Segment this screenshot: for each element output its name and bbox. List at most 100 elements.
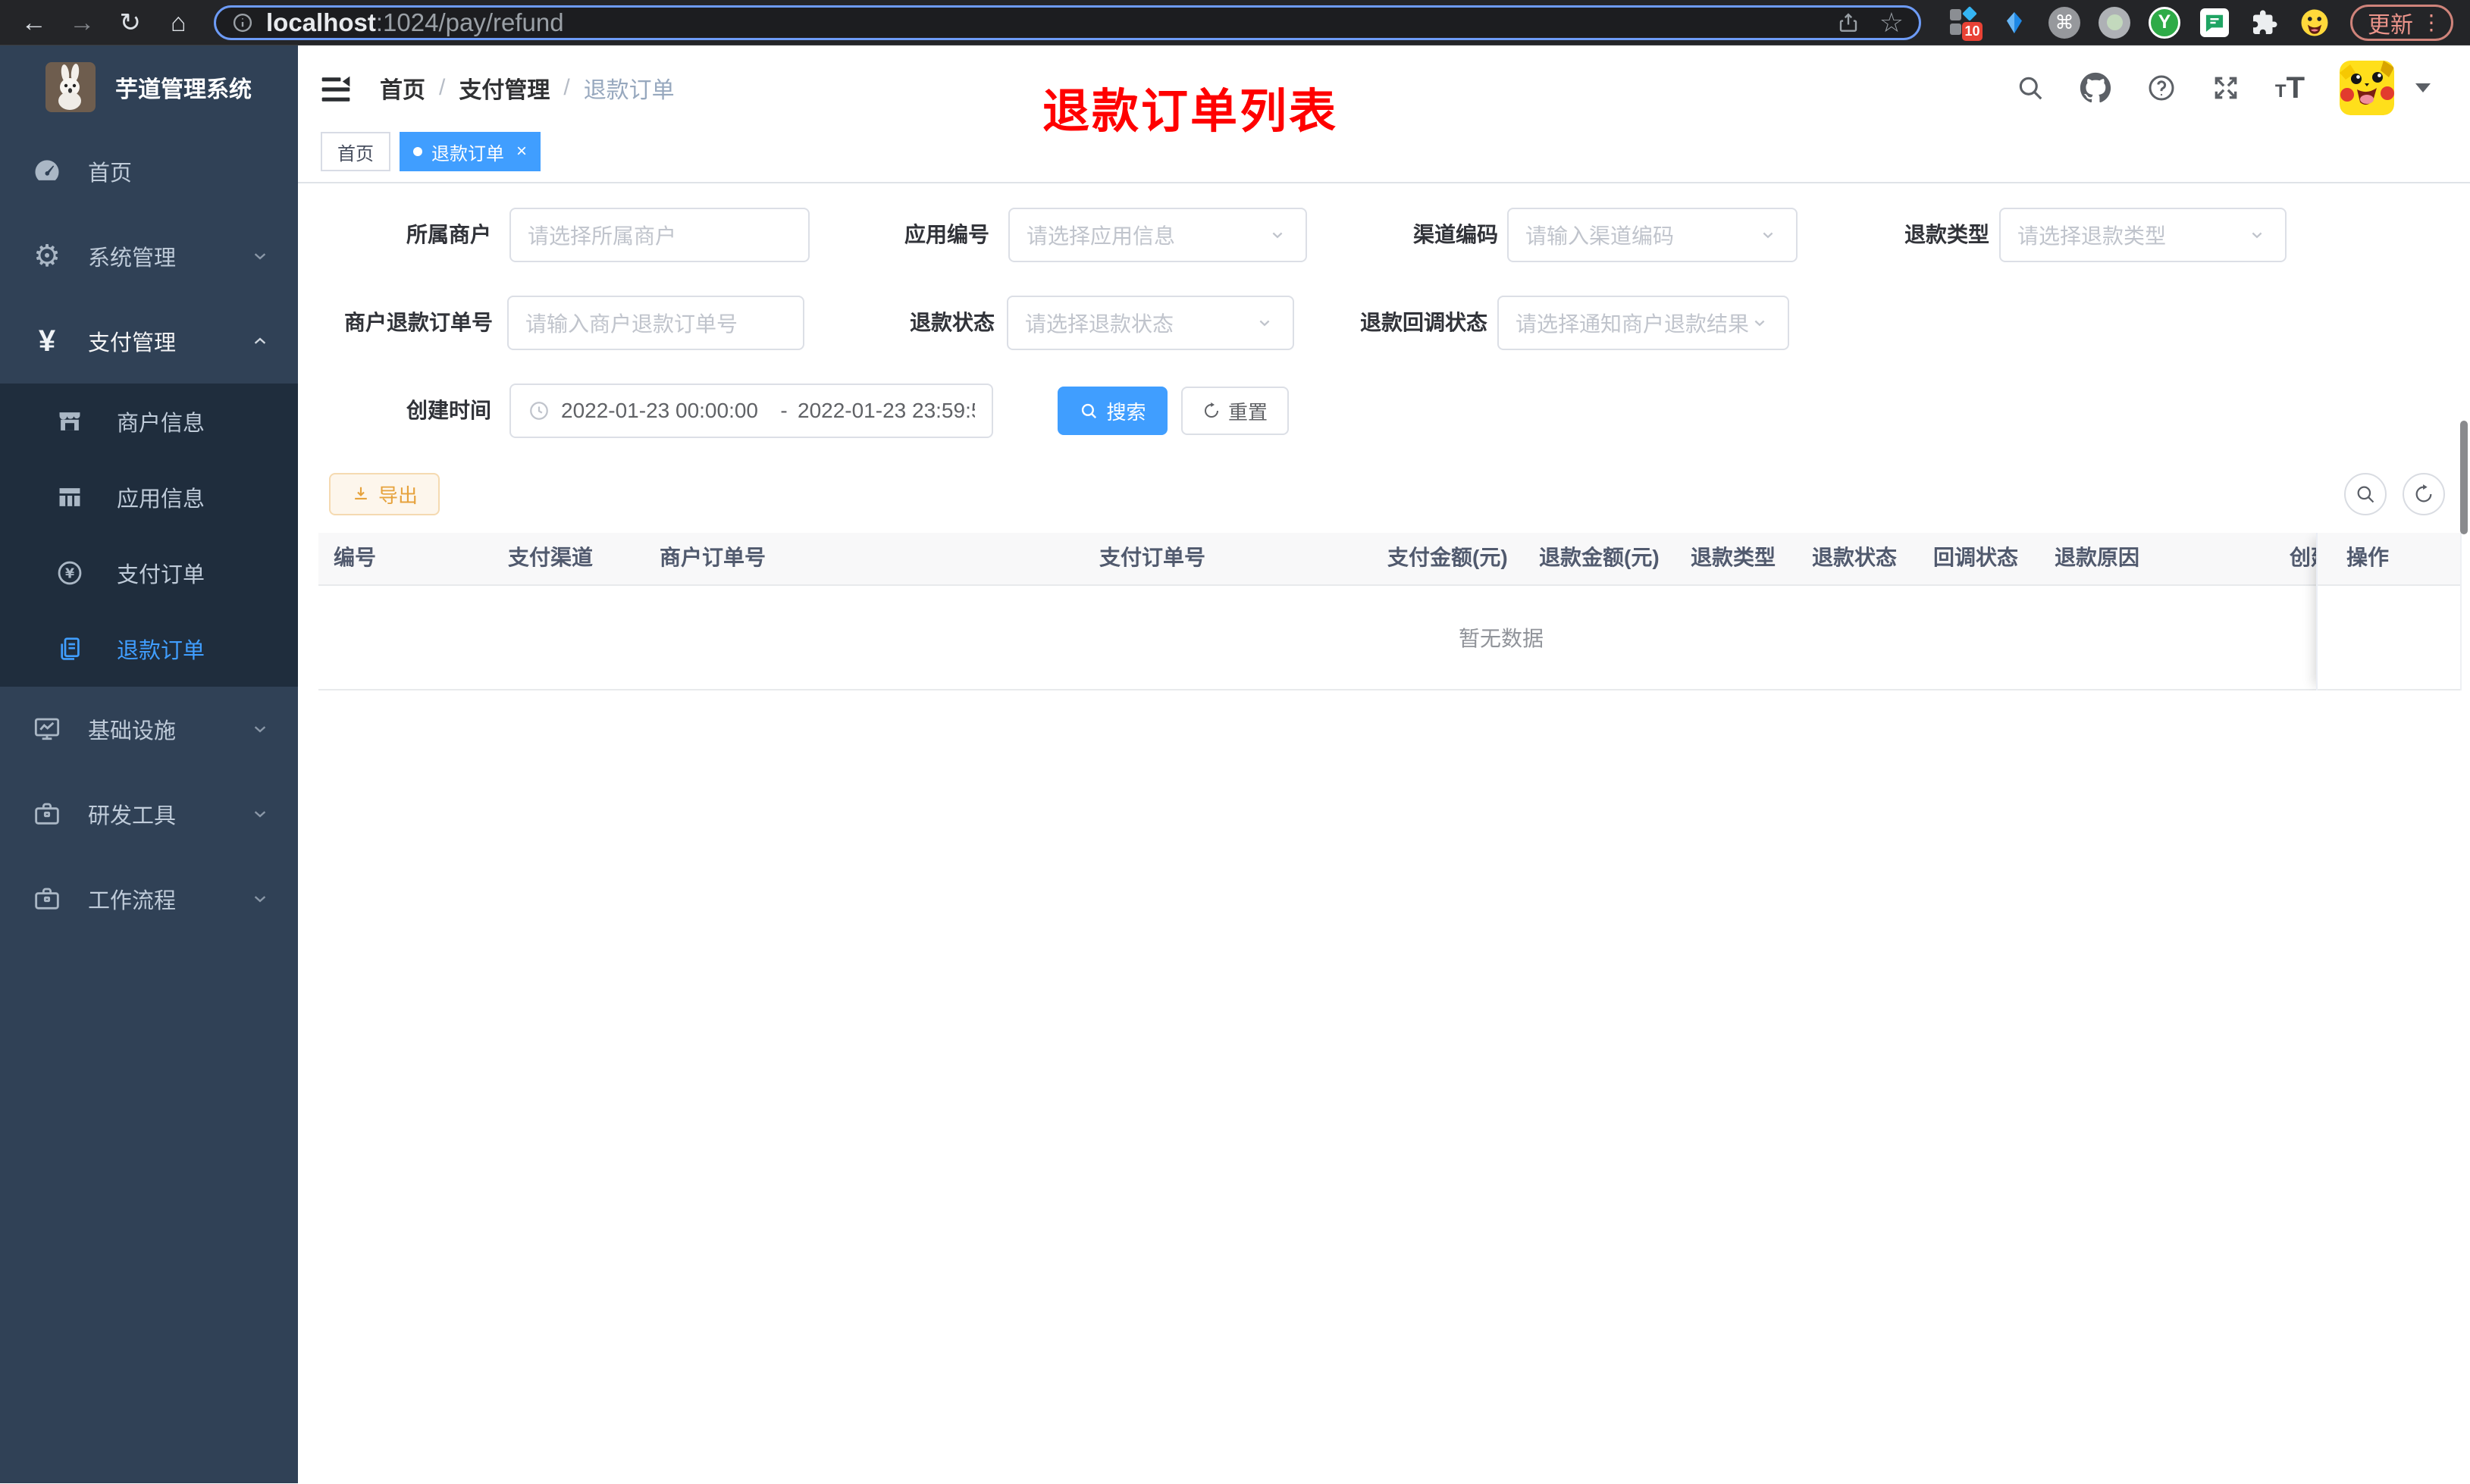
browser-reload-icon[interactable]: ↻ xyxy=(113,1,148,45)
font-size-big-glyph: T xyxy=(2286,71,2305,105)
table-body: 暂无数据 xyxy=(318,586,2460,690)
show-search-toggle-button[interactable] xyxy=(2344,473,2387,515)
browser-update-button[interactable]: 更新 ⋮ xyxy=(2350,4,2453,41)
column-header-callback-status: 回调状态 xyxy=(1933,546,2019,569)
sidebar-item-system[interactable]: ⚙ 系统管理 xyxy=(0,214,298,299)
fullscreen-icon[interactable] xyxy=(2211,74,2240,102)
dashboard-icon xyxy=(30,155,64,188)
browser-home-icon[interactable]: ⌂ xyxy=(161,1,196,45)
refresh-table-button[interactable] xyxy=(2403,473,2445,515)
sidebar-item-label: 应用信息 xyxy=(117,487,205,512)
breadcrumb-payment[interactable]: 支付管理 xyxy=(459,71,550,105)
sidebar-item-home[interactable]: 首页 xyxy=(0,129,298,214)
chat-extension-icon[interactable] xyxy=(2199,7,2230,39)
sidebar-item-label: 工作流程 xyxy=(88,889,177,913)
filter-label-refund-status: 退款状态 xyxy=(909,311,995,334)
browser-forward-icon[interactable]: → xyxy=(65,1,100,45)
y-glyph: Y xyxy=(2158,11,2171,33)
sidebar-item-payment[interactable]: ¥ 支付管理 xyxy=(0,299,298,384)
font-size-small-glyph: T xyxy=(2274,81,2287,102)
page-title-annotation: 退款订单列表 xyxy=(1042,86,1339,138)
rabbit-logo-image xyxy=(45,62,96,112)
site-info-icon[interactable] xyxy=(231,11,254,34)
briefcase-icon xyxy=(30,797,64,831)
sidebar-item-label: 支付订单 xyxy=(117,563,205,587)
refund-type-select[interactable]: 请选择退款类型 xyxy=(1999,208,2287,262)
chevron-down-icon xyxy=(1757,224,1779,246)
sidebar-item-infra[interactable]: 基础设施 xyxy=(0,687,298,772)
kite-extension-icon[interactable] xyxy=(1998,7,2030,39)
app-shell: 芋道管理系统 首页 ⚙ 系统管理 ¥ 支付管理 商户信息 应用信息 ¥ 支付订单… xyxy=(0,45,2470,1483)
extension-badge-icon[interactable]: 10 xyxy=(1948,5,1983,41)
placeholder: 请选择通知商户退款结果的 xyxy=(1516,312,1748,336)
reset-button[interactable]: 重置 xyxy=(1181,387,1289,435)
tab-label: 首页 xyxy=(337,143,374,164)
placeholder: 请选择所属商户 xyxy=(528,224,677,248)
page-content: 所属商户 请选择所属商户 应用编号 请选择应用信息 渠道编码 请输入渠道编码 退… xyxy=(298,183,2470,1483)
column-header-refund-status: 退款状态 xyxy=(1812,546,1898,569)
chevron-down-icon xyxy=(249,246,271,267)
sidebar-item-workflow[interactable]: 工作流程 xyxy=(0,856,298,941)
placeholder: 请选择退款类型 xyxy=(2017,224,2167,248)
search-button[interactable]: 搜索 xyxy=(1058,387,1168,435)
placeholder: 请选择应用信息 xyxy=(1027,224,1176,248)
channel-code-select[interactable]: 请输入渠道编码 xyxy=(1507,208,1798,262)
create-time-range-picker[interactable]: 2022-01-23 00:00:00 - 2022-01-23 23:59:5… xyxy=(509,384,993,438)
y-extension-icon[interactable]: Y xyxy=(2149,6,2180,39)
export-button[interactable]: 导出 xyxy=(329,473,440,515)
callback-status-select[interactable]: 请选择通知商户退款结果的 xyxy=(1497,296,1789,350)
chevron-down-icon xyxy=(1266,224,1289,246)
placeholder: 请输入渠道编码 xyxy=(1525,224,1675,248)
share-icon[interactable] xyxy=(1837,11,1860,34)
browser-back-icon[interactable]: ← xyxy=(17,1,52,45)
github-icon[interactable] xyxy=(2080,72,2111,104)
puzzle-extensions-icon[interactable] xyxy=(2249,7,2280,39)
filter-label-app-no: 应用编号 xyxy=(904,223,989,246)
avatar-caret-icon[interactable] xyxy=(2415,83,2431,92)
sidebar-item-app-info[interactable]: 应用信息 xyxy=(0,459,298,535)
close-tab-icon[interactable]: × xyxy=(516,142,527,161)
sidebar-item-merchant-info[interactable]: 商户信息 xyxy=(0,384,298,459)
address-bar[interactable]: localhost:1024/pay/refund ☆ xyxy=(214,5,1921,40)
font-size-icon[interactable]: TT xyxy=(2274,71,2305,105)
refund-status-select[interactable]: 请选择退款状态 xyxy=(1007,296,1294,350)
tab-refund-order[interactable]: 退款订单 × xyxy=(400,132,541,171)
column-header-merchant-order-no: 商户订单号 xyxy=(660,546,766,569)
column-header-id: 编号 xyxy=(334,546,377,569)
extensions-row: 10 ⌘ Y xyxy=(1948,5,2331,41)
bookmark-star-icon[interactable]: ☆ xyxy=(1879,8,1904,36)
merchant-refund-no-input[interactable]: 请输入商户退款订单号 xyxy=(507,296,804,350)
url-host: localhost xyxy=(266,8,376,36)
refund-table: 编号 支付渠道 商户订单号 支付订单号 支付金额(元) 退款金额(元) 退款类型… xyxy=(318,533,2462,690)
emoji-extension-icon[interactable] xyxy=(2299,7,2331,39)
extension-square-icon xyxy=(1950,8,1961,20)
tags-view-bar: 首页 退款订单 × xyxy=(298,130,2470,183)
sidebar-logo[interactable]: 芋道管理系统 xyxy=(0,45,298,129)
sidebar-item-refund-order[interactable]: 退款订单 xyxy=(0,611,298,687)
recorder-extension-icon[interactable] xyxy=(2099,6,2130,39)
export-button-label: 导出 xyxy=(378,484,418,507)
filter-label-callback-status: 退款回调状态 xyxy=(1359,311,1487,334)
url-text[interactable]: localhost:1024/pay/refund xyxy=(266,8,564,37)
sidebar-item-label: 首页 xyxy=(88,161,133,186)
page-scrollbar-thumb[interactable] xyxy=(2460,421,2468,534)
column-header-pay-amount: 支付金额(元) xyxy=(1387,546,1508,569)
breadcrumb-home[interactable]: 首页 xyxy=(380,71,425,105)
column-header-action: 操作 xyxy=(2318,533,2460,586)
avatar[interactable] xyxy=(2340,61,2394,115)
fixed-action-column: 操作 xyxy=(2316,533,2460,690)
chevron-down-icon xyxy=(1748,312,1771,334)
sidebar-collapse-icon[interactable] xyxy=(319,73,353,103)
tab-home[interactable]: 首页 xyxy=(321,132,390,171)
sidebar-item-dev-tools[interactable]: 研发工具 xyxy=(0,772,298,856)
search-icon[interactable] xyxy=(2016,74,2045,102)
app-no-select[interactable]: 请选择应用信息 xyxy=(1008,208,1307,262)
help-icon[interactable] xyxy=(2146,73,2177,103)
gear-icon: ⚙ xyxy=(33,240,61,273)
merchant-input[interactable]: 请选择所属商户 xyxy=(509,208,810,262)
command-extension-icon[interactable]: ⌘ xyxy=(2048,6,2080,39)
range-start-value: 2022-01-23 00:00:00 xyxy=(561,399,758,422)
browser-menu-dots-icon[interactable]: ⋮ xyxy=(2421,10,2442,35)
sidebar-item-pay-order[interactable]: ¥ 支付订单 xyxy=(0,535,298,611)
column-header-pay-order-no: 支付订单号 xyxy=(1099,546,1206,569)
